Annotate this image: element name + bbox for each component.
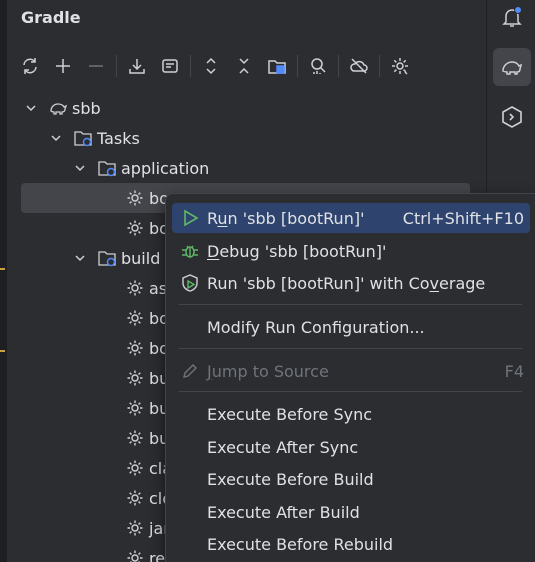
expand-all-icon[interactable]	[198, 53, 224, 79]
gradle-settings-icon[interactable]	[387, 53, 413, 79]
menu-item-label: Execute After Build	[207, 502, 360, 522]
download-icon[interactable]	[124, 53, 150, 79]
menu-separator	[179, 304, 522, 305]
gear-icon	[127, 370, 143, 386]
chevron-down-icon[interactable]	[73, 251, 87, 265]
group-modules-icon[interactable]	[264, 53, 290, 79]
folder-tasks-icon	[74, 131, 92, 147]
run-icon	[184, 209, 199, 227]
gear-icon	[127, 550, 143, 562]
chevron-down-icon[interactable]	[49, 131, 63, 145]
menu-item-shortcut: F4	[504, 361, 524, 381]
remove-icon[interactable]	[83, 53, 109, 79]
menu-item-label: Execute Before Build	[207, 469, 374, 489]
gear-icon	[127, 430, 143, 446]
folder-tasks-icon	[98, 161, 116, 177]
menu-item-label: Modify Run Configuration...	[207, 317, 425, 337]
menu-item-execute-after-build[interactable]: Execute After Build	[172, 497, 530, 527]
tree-label: build	[121, 248, 161, 268]
menu-item-label: Run 'sbb [bootRun]'	[207, 208, 365, 228]
tool-window-title: Gradle	[21, 8, 81, 27]
coverage-icon	[182, 274, 198, 292]
menu-item-execute-after-sync[interactable]: Execute After Sync	[172, 432, 530, 462]
menu-item-label: Execute After Sync	[207, 437, 359, 457]
menu-item-coverage[interactable]: Run 'sbb [bootRun]' with Coverage	[172, 268, 530, 298]
menu-separator	[179, 391, 522, 392]
editor-gutter-edge	[0, 0, 7, 562]
gradle-icon[interactable]	[493, 48, 531, 86]
gradle-elephant-icon	[50, 103, 68, 115]
menu-item-label: Run 'sbb [bootRun]' with Coverage	[207, 273, 486, 293]
menu-item-execute-before-sync[interactable]: Execute Before Sync	[172, 399, 530, 429]
toolbar-separator	[379, 55, 380, 77]
services-icon[interactable]	[493, 98, 531, 136]
edit-icon	[183, 364, 197, 378]
gutter-marker	[0, 350, 5, 352]
tree-node-build[interactable]: build	[73, 243, 160, 273]
gear-icon	[127, 400, 143, 416]
tree-node-application[interactable]: application	[73, 153, 209, 183]
toolbar-separator	[116, 55, 117, 77]
gear-icon	[127, 280, 143, 296]
notifications-icon[interactable]	[493, 0, 531, 36]
gear-icon	[127, 190, 143, 206]
gutter-marker	[0, 268, 5, 270]
toolbar-separator	[190, 55, 191, 77]
gear-icon	[127, 220, 143, 236]
tree-node-tasks[interactable]: Tasks	[49, 123, 140, 153]
tree-label: application	[121, 158, 210, 178]
menu-item-modify-run-config[interactable]: Modify Run Configuration...	[172, 312, 530, 342]
menu-item-run[interactable]: Run 'sbb [bootRun]' Ctrl+Shift+F10	[172, 203, 530, 233]
menu-separator	[179, 348, 522, 349]
menu-item-jump-to-source[interactable]: Jump to Source F4	[172, 356, 530, 386]
menu-item-execute-before-rebuild[interactable]: Execute Before Rebuild	[172, 529, 530, 559]
gear-icon	[127, 310, 143, 326]
context-menu: Run 'sbb [bootRun]' Ctrl+Shift+F10 Debug…	[165, 193, 535, 562]
collapse-all-icon[interactable]	[231, 53, 257, 79]
menu-item-label: Jump to Source	[207, 361, 329, 381]
offline-mode-icon[interactable]	[346, 53, 372, 79]
menu-item-shortcut: Ctrl+Shift+F10	[402, 208, 524, 228]
tree-label: Tasks	[97, 128, 140, 148]
debug-icon	[182, 245, 198, 258]
menu-item-label: Debug 'sbb [bootRun]'	[207, 241, 387, 261]
toggle-offline-icon[interactable]	[157, 53, 183, 79]
analyze-dependencies-icon[interactable]	[305, 53, 331, 79]
folder-tasks-icon	[98, 251, 116, 267]
gear-icon	[127, 460, 143, 476]
gear-icon	[127, 340, 143, 356]
menu-item-label: Execute Before Rebuild	[207, 534, 394, 554]
tree-node-project[interactable]: sbb	[24, 93, 101, 123]
menu-item-execute-before-build[interactable]: Execute Before Build	[172, 464, 530, 494]
tree-label: sbb	[72, 98, 101, 118]
reload-icon[interactable]	[17, 53, 43, 79]
gradle-toolbar	[17, 50, 420, 82]
toolbar-separator	[338, 55, 339, 77]
chevron-down-icon[interactable]	[24, 101, 38, 115]
add-icon[interactable]	[50, 53, 76, 79]
menu-item-debug[interactable]: Debug 'sbb [bootRun]'	[172, 236, 530, 266]
menu-item-label: Execute Before Sync	[207, 404, 373, 424]
chevron-down-icon[interactable]	[73, 161, 87, 175]
toolbar-separator	[297, 55, 298, 77]
gear-icon	[127, 490, 143, 506]
gear-icon	[127, 520, 143, 536]
tree-node-task[interactable]: jar	[125, 513, 170, 543]
